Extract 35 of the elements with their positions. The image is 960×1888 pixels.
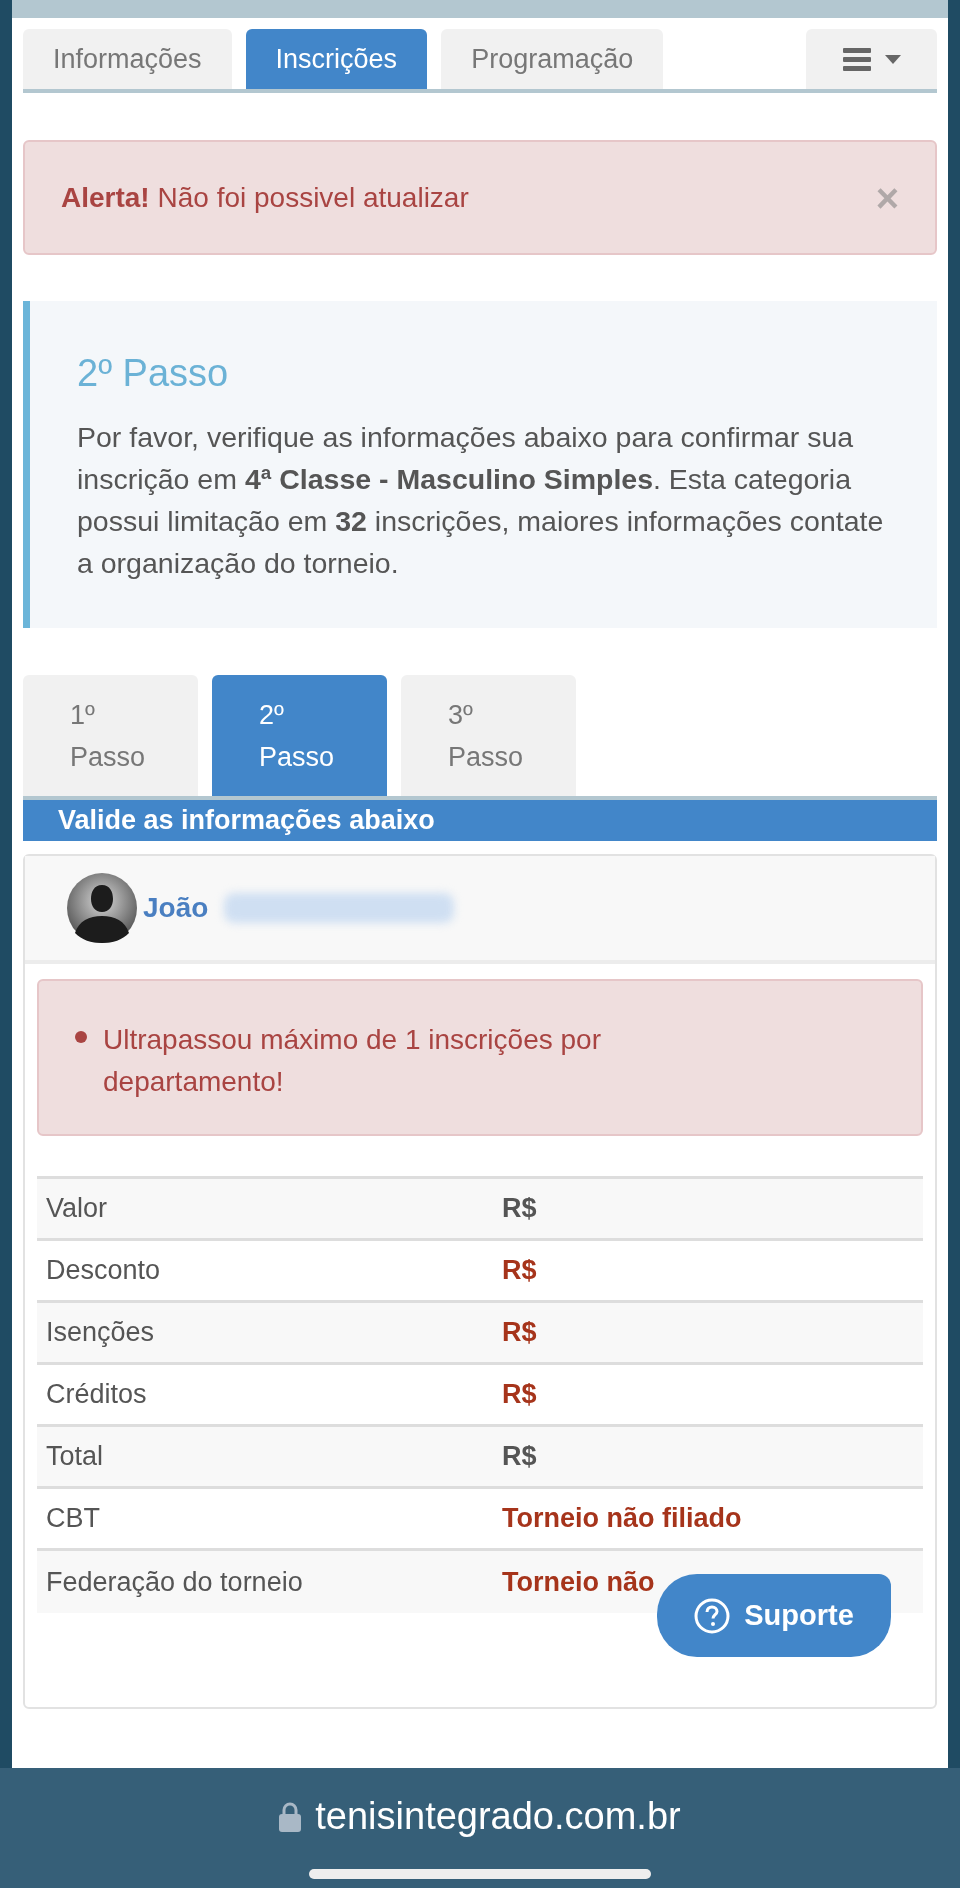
step-title: 2º Passo: [77, 351, 230, 396]
menu-button[interactable]: [806, 29, 937, 89]
row-value: R$: [502, 1192, 537, 1226]
row-label: Federação do torneio: [45, 1565, 304, 1599]
step-tab[interactable]: 3º Passo: [401, 675, 576, 796]
url-text: tenisintegrado.com.br: [315, 1794, 681, 1839]
row-label: Desconto: [45, 1254, 162, 1288]
row-label: Valor: [45, 1192, 109, 1226]
row-label: Isenções: [45, 1316, 156, 1350]
section-title: Valide as informações abaixo: [58, 804, 435, 838]
alert-message: Alerta! Não foi possivel atualizar: [61, 180, 469, 215]
row-label: CBT: [45, 1502, 101, 1536]
row-value: Torneio não filiado: [502, 1502, 742, 1536]
caret-icon: [884, 54, 901, 64]
row-label: Total: [45, 1440, 105, 1474]
error-message: Ultrapassou máximo de 1 inscrições por departamento!: [103, 1023, 602, 1099]
step-description: Por favor, verifique as informações abaixo para confirmar sua inscrição em 4ª Classe - Masculino Simples. Esta categoria possui limitação em 32 inscrições, maiores informações contate a organização do torneio.: [77, 420, 885, 581]
bullet-icon: [75, 1031, 87, 1043]
row-value: R$: [502, 1440, 537, 1474]
support-button[interactable]: Suporte: [657, 1574, 891, 1657]
help-icon: [694, 1597, 731, 1634]
nav-tab[interactable]: Informações: [23, 29, 232, 89]
nav-tab[interactable]: Inscrições: [245, 29, 428, 89]
avatar-icon: [67, 873, 137, 943]
menu-icon: [842, 47, 871, 71]
row-value: R$: [502, 1254, 537, 1288]
step-tab[interactable]: 2º Passo: [212, 675, 387, 796]
nav-tab[interactable]: Programação: [441, 29, 664, 89]
row-value: R$: [502, 1316, 537, 1350]
step-tab[interactable]: 1º Passo: [23, 675, 198, 796]
user-name: João: [143, 891, 209, 925]
row-label: Créditos: [45, 1378, 148, 1412]
lock-icon: [279, 1801, 302, 1832]
row-value: R$: [502, 1378, 537, 1412]
row-value: Torneio não: [502, 1565, 655, 1599]
